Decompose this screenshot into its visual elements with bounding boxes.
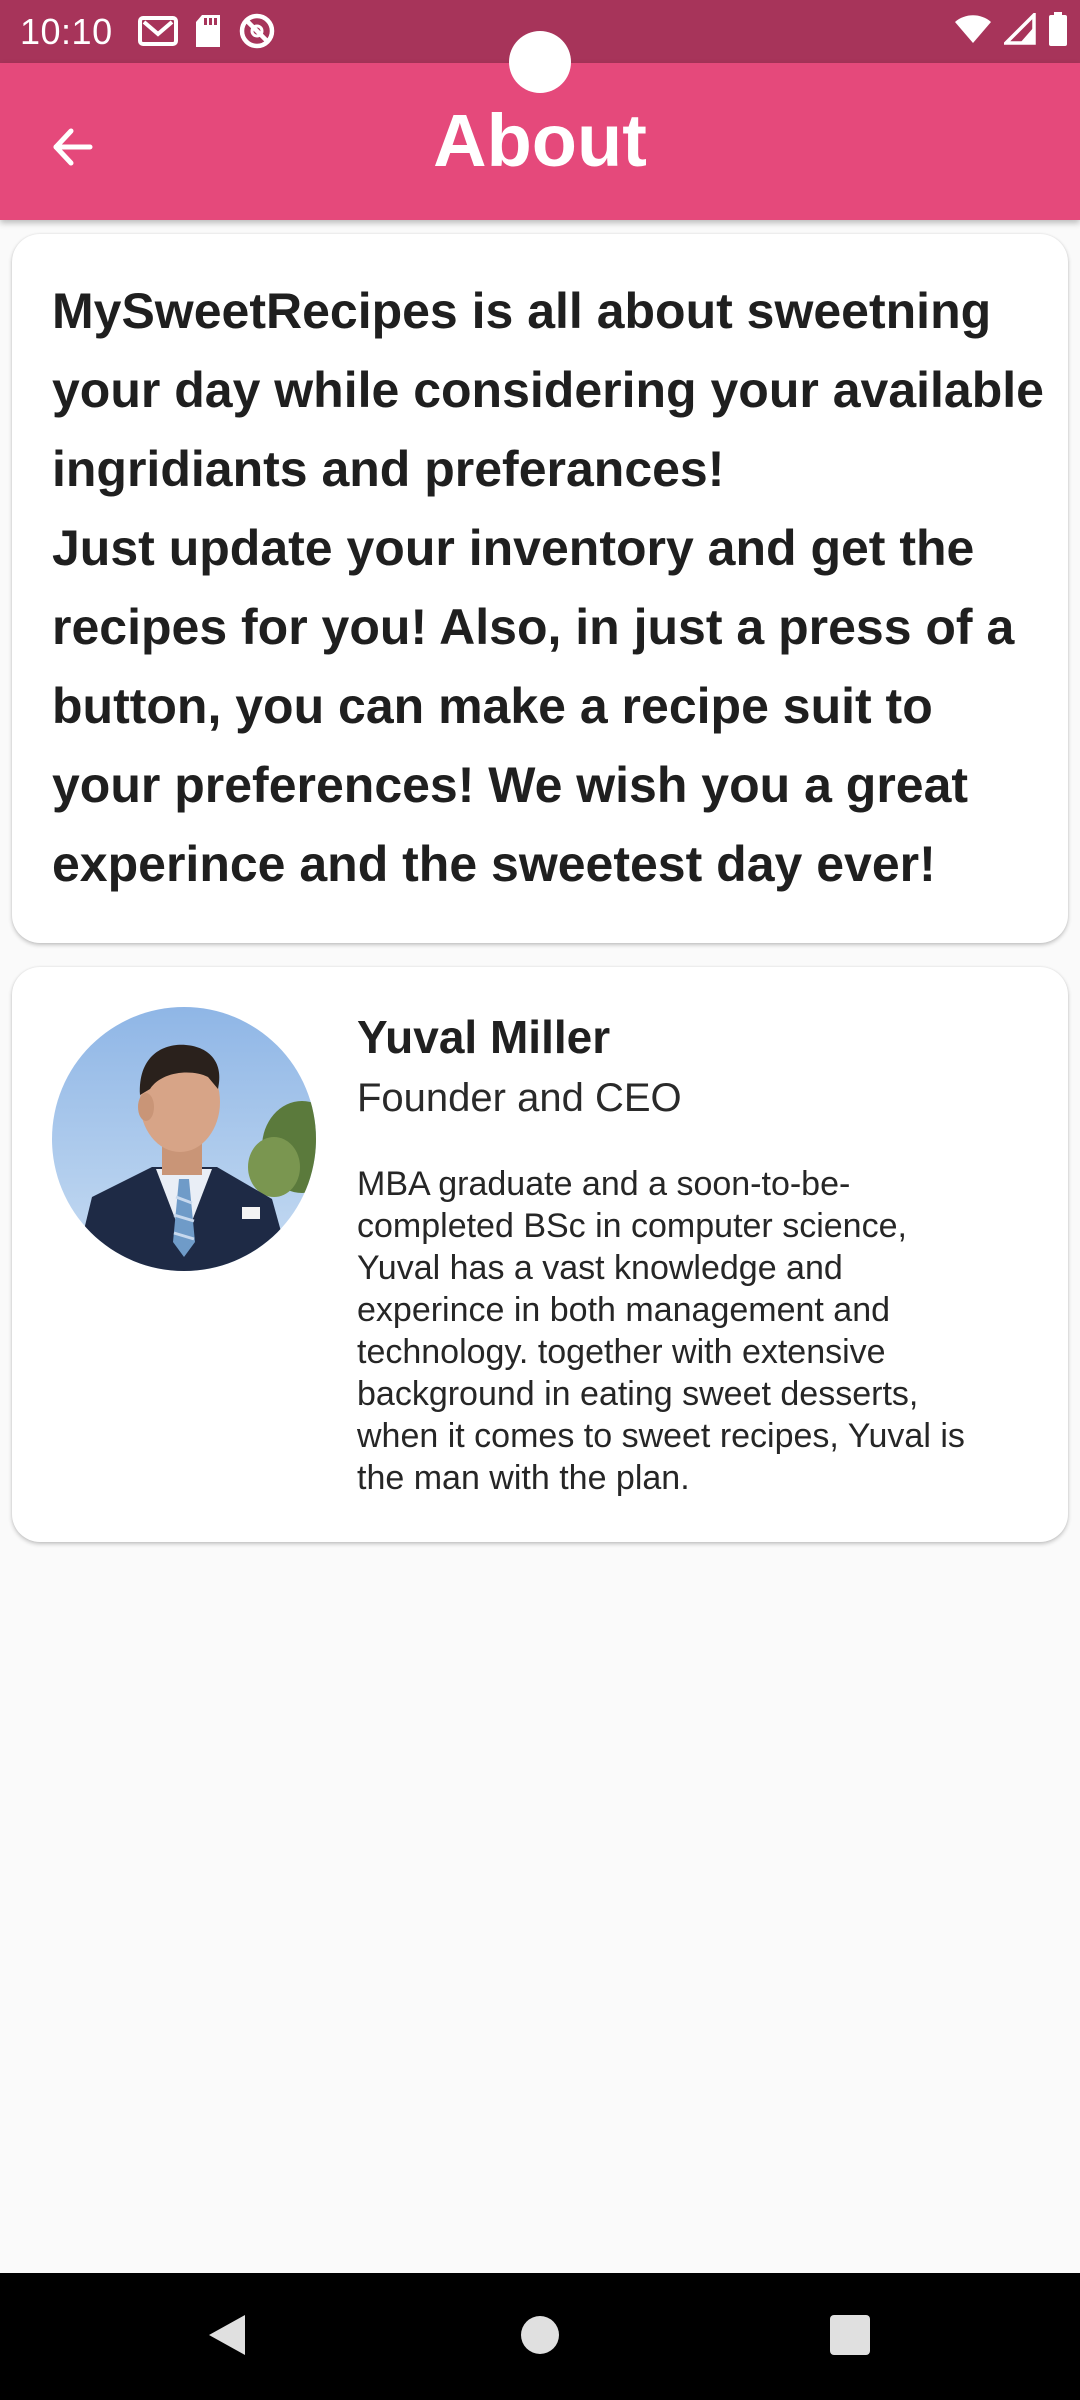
status-icons-left xyxy=(138,12,276,55)
founder-card: Yuval Miller Founder and CEO MBA graduat… xyxy=(12,967,1068,1542)
about-card: MySweetRecipes is all about sweetning yo… xyxy=(12,234,1068,943)
bio-line: experince in both management and xyxy=(357,1291,891,1329)
about-line: ingridiants and preferances! xyxy=(52,441,725,497)
bio-line: background in eating sweet desserts, xyxy=(357,1375,919,1413)
do-not-disturb-icon xyxy=(238,12,276,55)
bio-line: technology. together with extensive xyxy=(357,1333,886,1371)
battery-icon xyxy=(1048,12,1068,51)
camera-cutout xyxy=(509,31,571,93)
home-circle-icon xyxy=(518,2313,562,2362)
wifi-icon xyxy=(954,13,992,50)
cell-signal-icon xyxy=(1001,10,1036,50)
about-line: Just update your inventory and get the xyxy=(52,520,975,576)
about-line: button, you can make a recipe suit to xyxy=(52,678,933,734)
founder-name: Yuval Miller xyxy=(357,1011,611,1063)
gmail-icon xyxy=(138,15,178,52)
about-line: experince and the sweetest day ever! xyxy=(52,836,936,892)
about-line: your day while considering your availabl… xyxy=(52,362,1044,418)
about-line: recipes for you! Also, in just a press o… xyxy=(52,599,1015,655)
founder-bio: MBA graduate and a soon-to-be- completed… xyxy=(357,1163,965,1499)
recents-square-icon xyxy=(828,2313,872,2362)
nav-recents-button[interactable] xyxy=(808,2295,892,2379)
system-nav-bar xyxy=(0,2273,1080,2400)
founder-role: Founder and CEO xyxy=(357,1076,682,1120)
bio-line: when it comes to sweet recipes, Yuval is xyxy=(357,1417,965,1455)
about-line: MySweetRecipes is all about sweetning xyxy=(52,283,992,339)
status-icons-right xyxy=(954,10,1068,51)
sd-card-icon xyxy=(194,14,222,53)
about-line: your preferences! We wish you a great xyxy=(52,757,969,813)
bio-line: Yuval has a vast knowledge and xyxy=(357,1249,843,1287)
avatar xyxy=(52,1007,316,1271)
nav-back-button[interactable] xyxy=(185,2295,269,2379)
bio-line: the man with the plan. xyxy=(357,1459,690,1497)
bio-line: MBA graduate and a soon-to-be- xyxy=(357,1165,851,1203)
page-title: About xyxy=(433,99,647,182)
about-description: MySweetRecipes is all about sweetning yo… xyxy=(52,272,1044,904)
nav-home-button[interactable] xyxy=(498,2295,582,2379)
status-time: 10:10 xyxy=(20,11,113,52)
back-triangle-icon xyxy=(205,2311,249,2364)
bio-line: completed BSc in computer science, xyxy=(357,1207,907,1245)
